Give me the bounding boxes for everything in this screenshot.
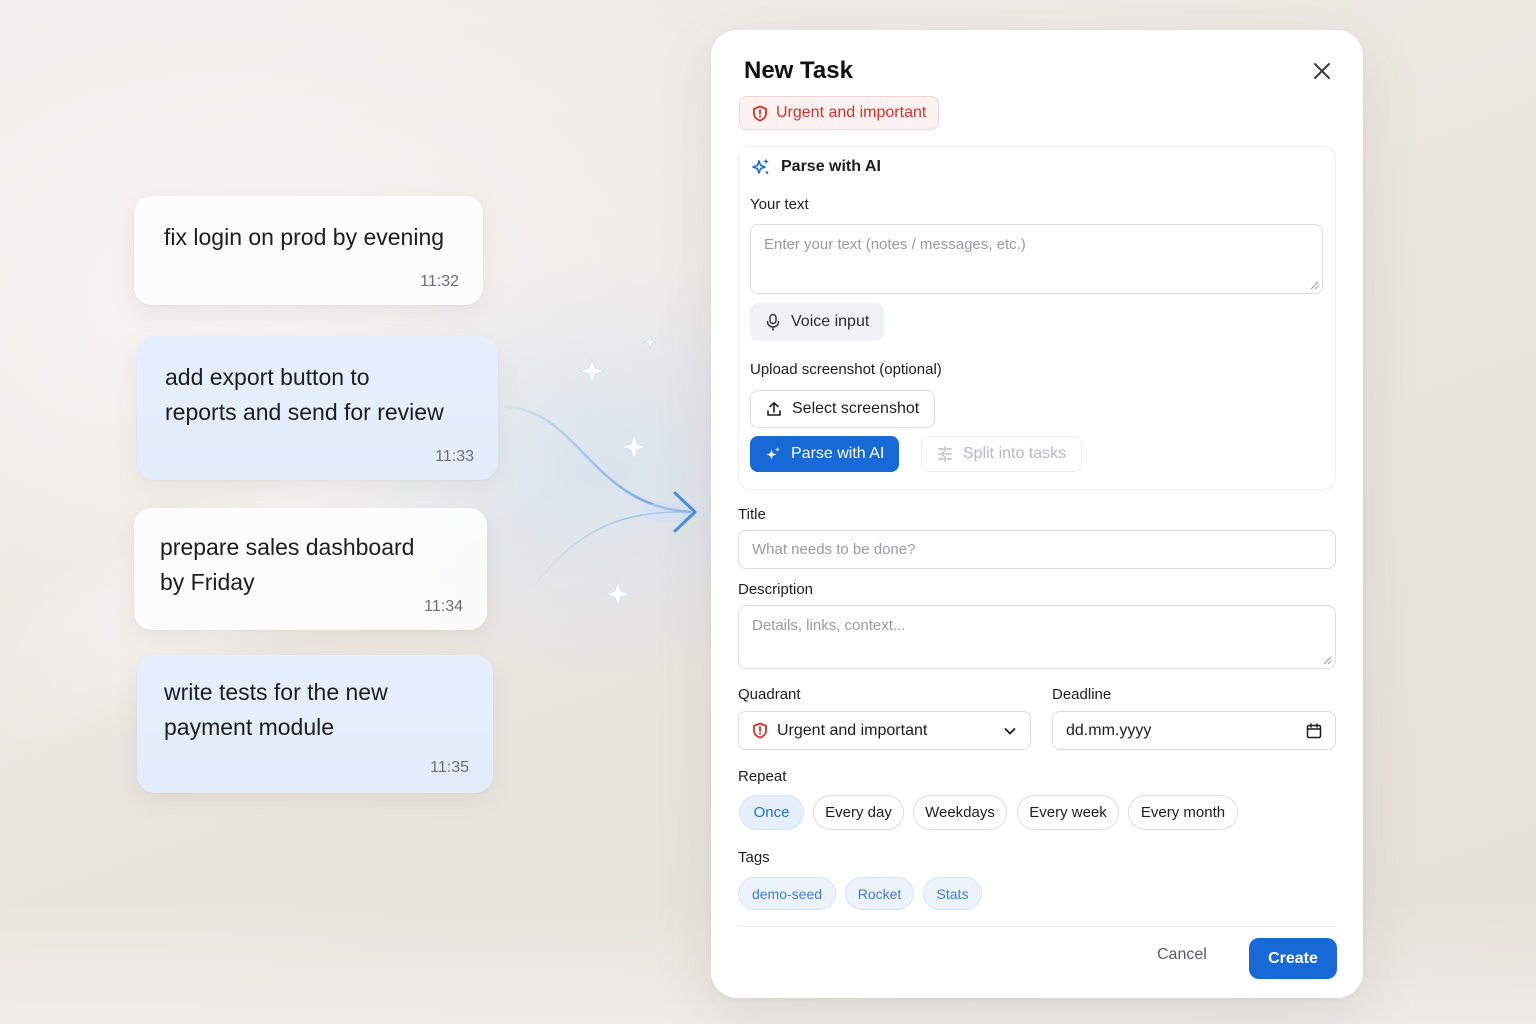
repeat-option-every-week[interactable]: Every week [1017, 795, 1119, 830]
parse-with-ai-label: Parse with AI [791, 445, 885, 462]
tag-chip[interactable]: Stats [923, 877, 982, 910]
upload-icon [767, 402, 781, 416]
message-bubble: write tests for the new payment module 1… [137, 655, 493, 793]
split-icon [938, 446, 952, 462]
sparkle-icon [766, 447, 780, 460]
split-into-tasks-button[interactable]: Split into tasks [921, 436, 1083, 472]
cancel-button[interactable]: Cancel [1157, 946, 1207, 964]
message-text: prepare sales dashboard by Friday [160, 534, 415, 595]
ai-panel-title: Parse with AI [781, 158, 881, 175]
select-screenshot-button[interactable]: Select screenshot [750, 390, 936, 428]
message-time: 11:35 [430, 759, 469, 776]
shield-icon [753, 105, 767, 121]
tag-chip[interactable]: Rocket [845, 877, 914, 910]
calendar-icon[interactable] [1306, 722, 1322, 739]
quadrant-label: Quadrant [738, 686, 801, 703]
repeat-option-weekdays[interactable]: Weekdays [913, 795, 1007, 830]
repeat-option-once[interactable]: Once [739, 795, 804, 830]
priority-chip[interactable]: Urgent and important [739, 96, 940, 130]
create-button[interactable]: Create [1249, 938, 1337, 979]
repeat-option-every-day[interactable]: Every day [813, 795, 904, 830]
message-text: fix login on prod by evening [164, 224, 445, 250]
select-screenshot-label: Select screenshot [792, 400, 920, 417]
title-input[interactable]: What needs to be done? [738, 530, 1336, 569]
quadrant-select[interactable]: Urgent and important [738, 711, 1031, 750]
message-bubble: add export button to reports and send fo… [137, 336, 498, 480]
sparkle-icon [752, 158, 769, 174]
message-time: 11:33 [435, 448, 474, 465]
priority-chip-label: Urgent and important [776, 104, 927, 121]
your-text-label: Your text [750, 196, 809, 213]
flow-connector [503, 334, 700, 608]
quadrant-value: Urgent and important [777, 721, 928, 739]
resize-grip-icon[interactable] [1323, 656, 1332, 665]
tag-chip[interactable]: demo-seed [738, 877, 836, 910]
split-into-tasks-label: Split into tasks [963, 445, 1067, 462]
microphone-icon [766, 313, 780, 331]
footer-divider [738, 926, 1336, 927]
message-time: 11:34 [424, 598, 463, 615]
message-text: add export button to reports and send fo… [165, 364, 444, 425]
deadline-input[interactable]: dd.mm.yyyy [1052, 711, 1336, 750]
close-button[interactable] [1311, 60, 1333, 82]
close-icon [1314, 63, 1330, 79]
repeat-option-every-month[interactable]: Every month [1128, 795, 1238, 830]
message-time: 11:32 [420, 273, 459, 290]
shield-icon [753, 722, 767, 739]
description-label: Description [738, 581, 814, 598]
ai-panel-header: Parse with AI [751, 157, 881, 177]
description-placeholder: Details, links, context... [752, 617, 906, 634]
chevron-down-icon [1004, 727, 1016, 734]
sparkle-icon [578, 334, 658, 608]
message-bubble: prepare sales dashboard by Friday 11:34 [134, 508, 487, 630]
ai-parse-panel: Parse with AI Your text Enter your text … [738, 146, 1336, 490]
ai-text-placeholder: Enter your text (notes / messages, etc.) [764, 236, 1026, 253]
voice-input-label: Voice input [791, 313, 870, 330]
title-label: Title [738, 506, 766, 523]
deadline-placeholder: dd.mm.yyyy [1066, 721, 1152, 739]
tags-label: Tags [738, 849, 770, 866]
upload-label: Upload screenshot (optional) [750, 361, 942, 378]
new-task-dialog: New Task Urgent and important Parse with… [711, 30, 1363, 998]
voice-input-button[interactable]: Voice input [750, 303, 885, 341]
repeat-label: Repeat [738, 768, 787, 785]
deadline-label: Deadline [1052, 686, 1112, 703]
title-placeholder: What needs to be done? [752, 541, 916, 558]
dialog-title: New Task [744, 57, 853, 84]
message-text: write tests for the new payment module [164, 679, 388, 740]
resize-grip-icon[interactable] [1310, 281, 1319, 290]
message-bubble: fix login on prod by evening 11:32 [134, 196, 483, 305]
ai-text-input[interactable]: Enter your text (notes / messages, etc.) [750, 224, 1323, 294]
description-input[interactable]: Details, links, context... [738, 605, 1336, 669]
parse-with-ai-button[interactable]: Parse with AI [750, 436, 900, 472]
